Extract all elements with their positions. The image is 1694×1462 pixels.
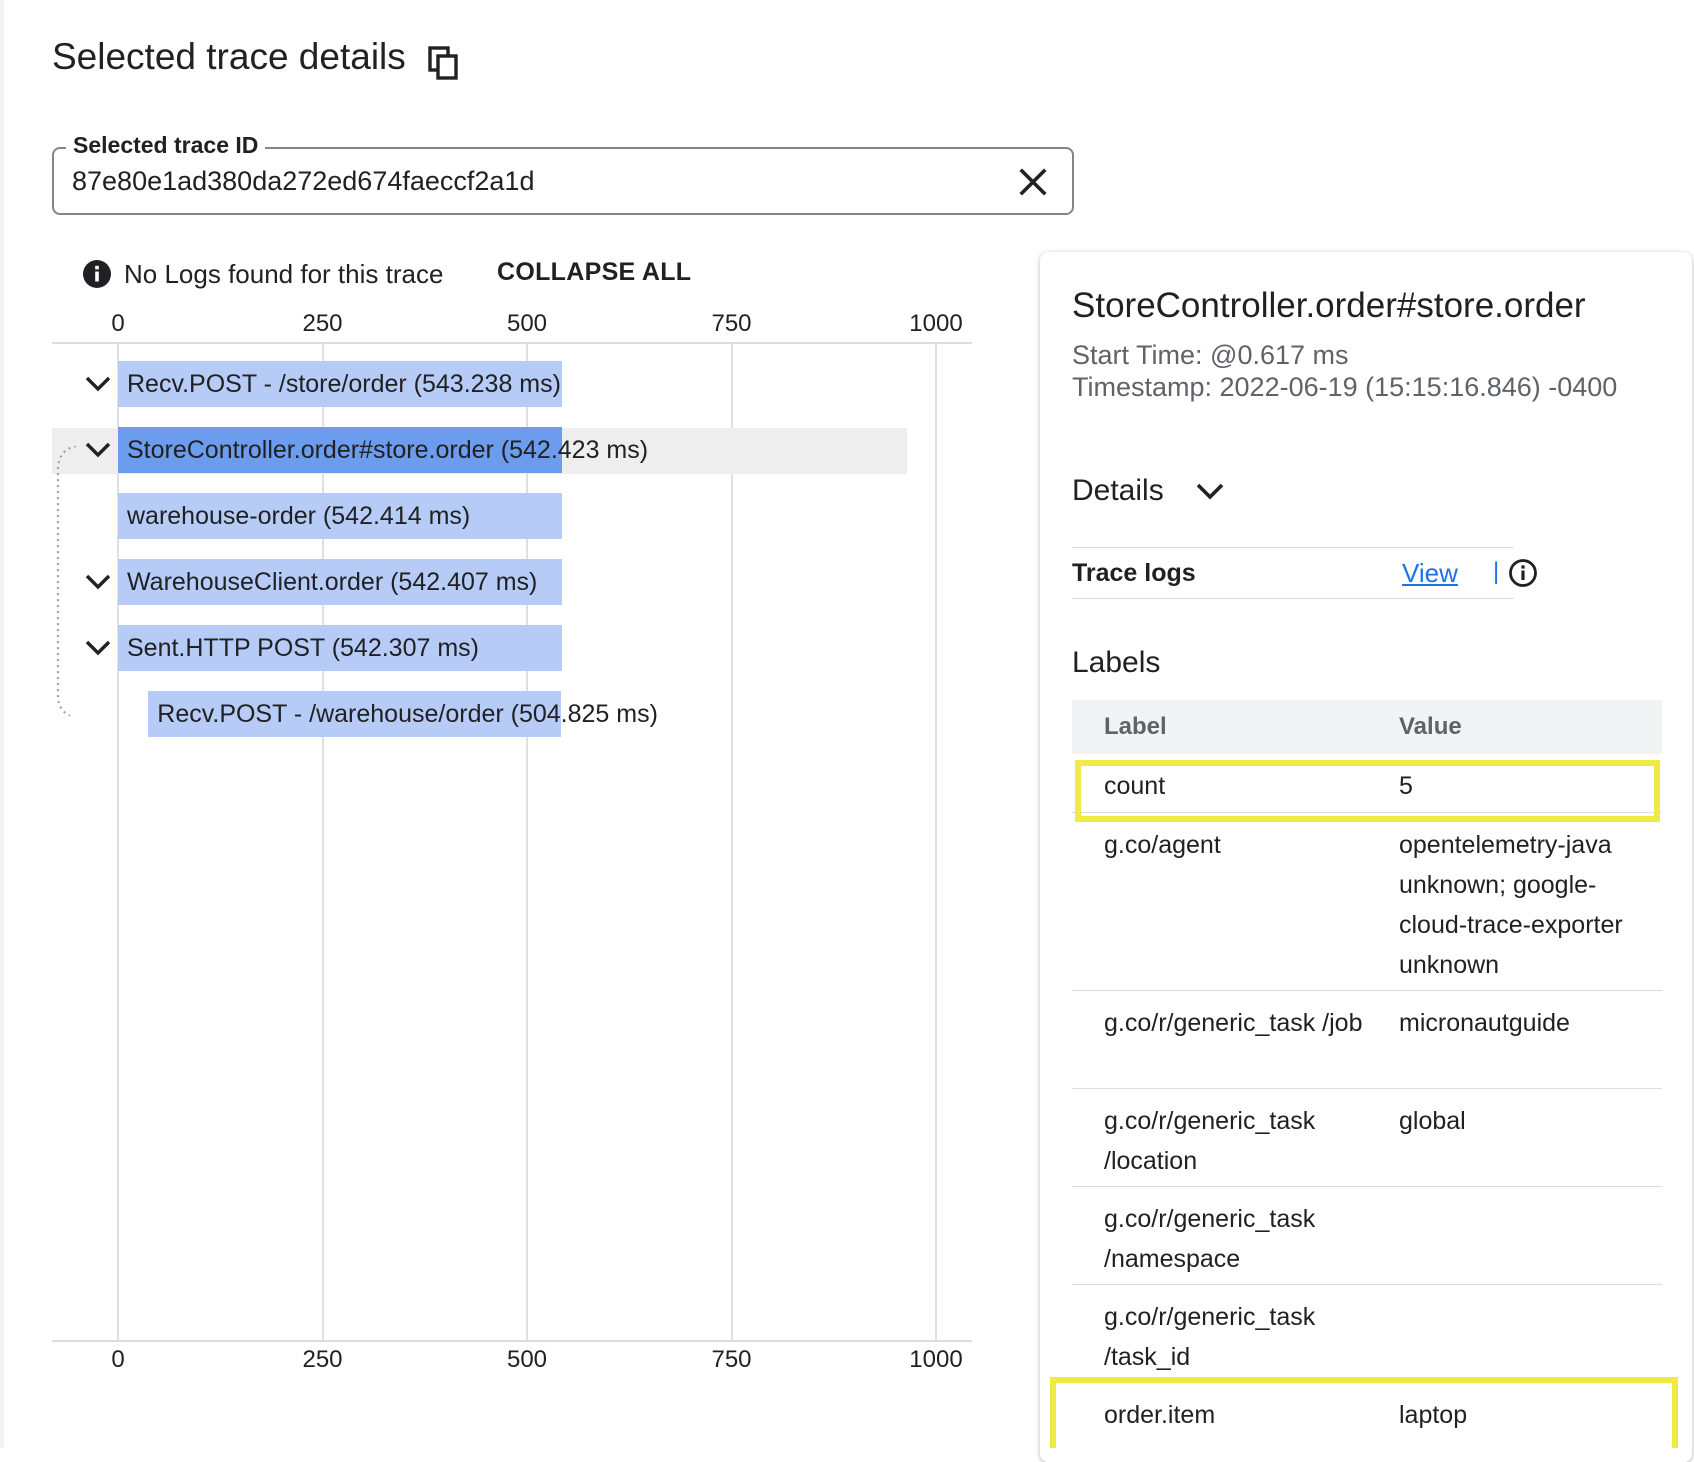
- trace-id-input[interactable]: [72, 149, 972, 213]
- axis-tick-label-top: 0: [111, 310, 125, 337]
- chevron-down-icon[interactable]: [83, 369, 113, 399]
- details-toggle-label: Details: [1072, 474, 1164, 507]
- span-label: WarehouseClient.order (542.407 ms): [127, 568, 538, 596]
- span-label: Sent.HTTP POST (542.307 ms): [127, 634, 479, 662]
- page-title: Selected trace details: [52, 36, 406, 77]
- collapse-all-button[interactable]: COLLAPSE ALL: [497, 258, 691, 287]
- span-label: Recv.POST - /warehouse/order (504.825 ms…: [157, 700, 658, 728]
- axis-tick-label-top: 750: [711, 310, 752, 337]
- trace-logs-row: Trace logs View |: [1072, 547, 1537, 599]
- axis-tick-label-bottom: 250: [302, 1346, 343, 1373]
- label-key: g.co/r/generic_task /job: [1104, 1009, 1363, 1037]
- span-details-panel: StoreController.order#store.order Start …: [1040, 252, 1692, 1462]
- chevron-down-icon[interactable]: [83, 633, 113, 663]
- gridline: [935, 343, 937, 1341]
- axis-tick-label-top: 500: [506, 310, 548, 337]
- chevron-down-icon[interactable]: [83, 567, 113, 597]
- trace-id-field[interactable]: Selected trace ID: [52, 132, 1074, 215]
- copy-icon[interactable]: [428, 46, 460, 80]
- no-logs-text: No Logs found for this trace: [124, 258, 444, 289]
- timestamp: Timestamp: 2022-06-19 (15:15:16.846) -04…: [1072, 372, 1618, 402]
- info-outline-icon[interactable]: [1508, 558, 1538, 588]
- label-value: micronautguide: [1399, 1009, 1570, 1037]
- chevron-down-icon: [1196, 483, 1223, 500]
- label-key: g.co/agent: [1104, 831, 1221, 859]
- label-value: opentelemetry-java unknown; google-cloud…: [1399, 831, 1623, 979]
- info-icon: [83, 260, 111, 288]
- axis-tick-label-bottom: 750: [711, 1346, 752, 1373]
- label-row: g.co/r/generic_task /task_id: [1072, 1285, 1662, 1383]
- trace-logs-separator: |: [1493, 558, 1500, 585]
- labels-table-header: Label Value: [1072, 700, 1662, 754]
- axis-tick-label-top: 1000: [909, 310, 963, 337]
- axis-tick-label-bottom: 0: [111, 1346, 125, 1373]
- span-label: StoreController.order#store.order (542.4…: [127, 436, 649, 464]
- window-edge: [0, 0, 4, 1448]
- close-icon[interactable]: [1016, 165, 1050, 199]
- label-row: g.co/agent opentelemetry-java unknown; g…: [1072, 813, 1662, 991]
- label-row: g.co/r/generic_task /namespace: [1072, 1187, 1662, 1285]
- label-row: g.co/r/generic_task /location global: [1072, 1089, 1662, 1187]
- axis-bottom-line: [52, 1340, 972, 1342]
- tree-connector-line: [56, 446, 76, 716]
- label-key: g.co/r/generic_task /location: [1104, 1107, 1316, 1175]
- label-value: global: [1399, 1107, 1466, 1135]
- axis-tick-label-bottom: 1000: [909, 1346, 963, 1373]
- label-key: g.co/r/generic_task /task_id: [1104, 1303, 1316, 1371]
- value-column-header: Value: [1399, 713, 1462, 740]
- label-column-header: Label: [1104, 713, 1167, 740]
- axis-tick-label-top: 250: [302, 310, 343, 337]
- highlight-box-count: [1075, 760, 1660, 822]
- chevron-down-icon[interactable]: [83, 435, 113, 465]
- start-time: Start Time: @0.617 ms: [1072, 340, 1349, 370]
- gridline: [730, 343, 733, 1341]
- no-logs-message: No Logs found for this trace: [82, 256, 443, 292]
- highlight-box-order-item: [1050, 1377, 1678, 1448]
- trace-logs-label: Trace logs: [1072, 559, 1196, 587]
- span-label: warehouse-order (542.414 ms): [127, 502, 471, 530]
- axis-tick-label-bottom: 500: [506, 1346, 548, 1373]
- labels-heading: Labels: [1072, 646, 1161, 679]
- label-row: g.co/r/generic_task /job micronautguide: [1072, 991, 1662, 1089]
- axis-top-line: [52, 342, 972, 344]
- trace-logs-view-link[interactable]: View: [1402, 558, 1458, 589]
- label-key: g.co/r/generic_task /namespace: [1104, 1205, 1316, 1273]
- span-name: StoreController.order#store.order: [1072, 286, 1586, 325]
- details-toggle[interactable]: Details: [1072, 474, 1226, 508]
- span-label: Recv.POST - /store/order (543.238 ms): [127, 370, 561, 398]
